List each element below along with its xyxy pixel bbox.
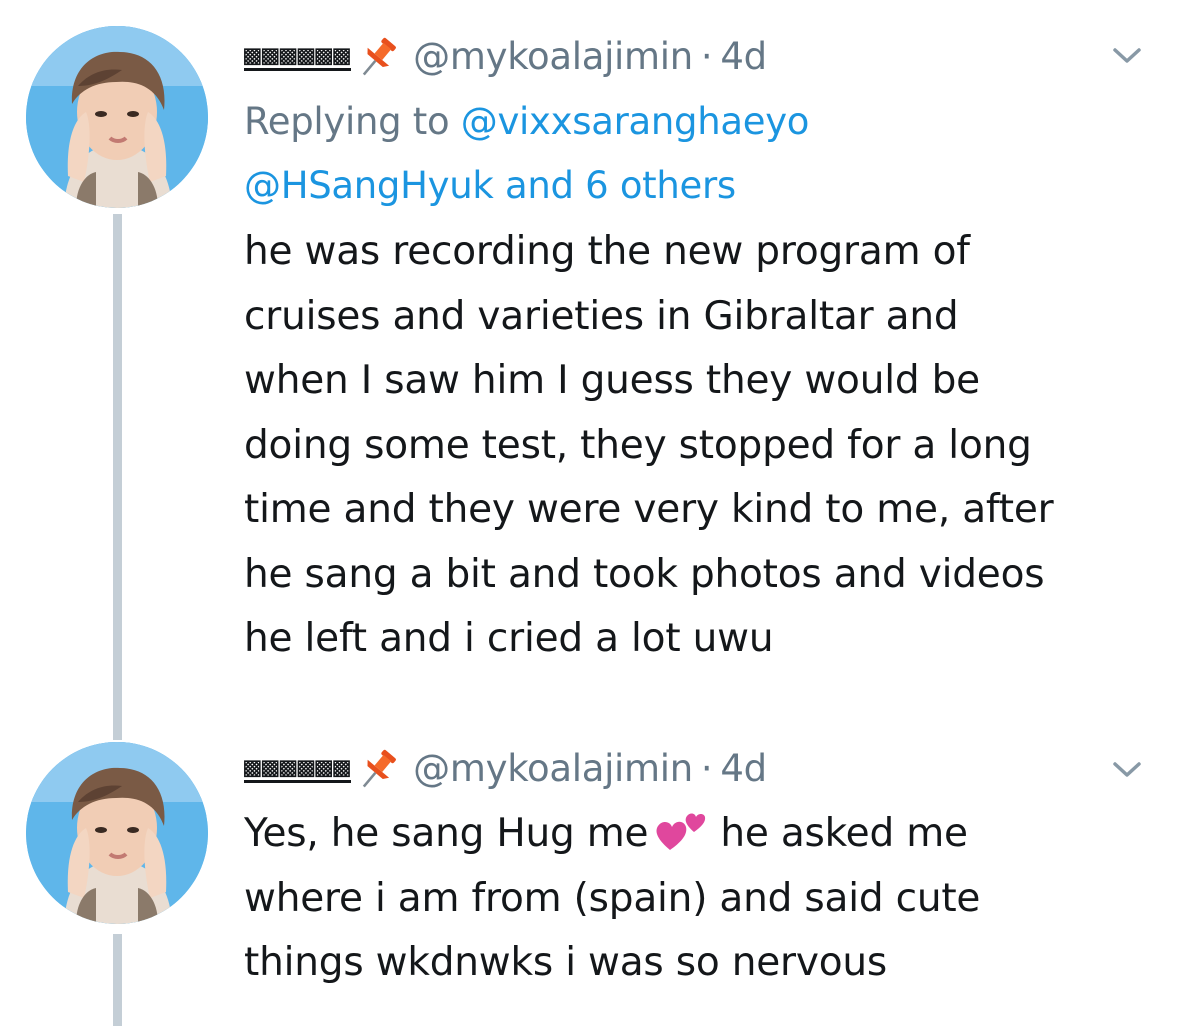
tweet-time[interactable]: 4d: [720, 35, 767, 78]
tweet-text-line: doing some test, they stopped for a long: [244, 422, 1032, 468]
user-handle[interactable]: @mykoalajimin: [413, 747, 693, 790]
tweet-text: he was recording the new program of crui…: [244, 220, 1144, 672]
replying-to-label: Replying to: [244, 100, 450, 143]
replying-to-others: @HSangHyuk and 6 others: [244, 154, 1144, 218]
reply-mention-link[interactable]: @vixxsaranghaeyo: [461, 100, 810, 143]
avatar[interactable]: [26, 742, 208, 924]
avatar-photo: [26, 742, 208, 924]
tweet-header: ▩▩▩▩▩▩ @mykoalajimin · 4d: [244, 28, 1144, 84]
chevron-down-icon[interactable]: [1112, 760, 1142, 780]
tweet-text-line: when I saw him I guess they would be: [244, 358, 980, 403]
reply-others-link[interactable]: @HSangHyuk and 6 others: [244, 164, 736, 207]
tweet-1[interactable]: ▩▩▩▩▩▩ @mykoalajimin · 4d Replying to @v…: [0, 0, 1200, 740]
user-handle[interactable]: @mykoalajimin: [413, 35, 693, 78]
separator: ·: [700, 746, 713, 790]
tweet-text-line: things wkdnwks i was so nervous: [244, 940, 888, 985]
tweet-text: Yes, he sang Hug me he asked me where i …: [244, 802, 1144, 996]
avatar[interactable]: [26, 26, 208, 208]
separator: ·: [700, 34, 713, 78]
tweet-text-fragment: Yes, he sang Hug me: [244, 811, 649, 856]
thread-connector: [113, 934, 122, 1026]
display-name[interactable]: ▩▩▩▩▩▩: [244, 752, 352, 783]
tweet-text-fragment: he asked me: [720, 811, 968, 856]
tweet-text-line: he was recording the new program of: [244, 229, 970, 274]
tweet-text-line: where i am from (spain) and said cute: [244, 875, 981, 921]
tweet-2[interactable]: ▩▩▩▩▩▩ @mykoalajimin · 4d Yes, he sang H…: [0, 740, 1200, 1026]
pushpin-icon: [353, 30, 405, 82]
tweet-text-line: he left and i cried a lot uwu: [244, 616, 774, 661]
tweet-header: ▩▩▩▩▩▩ @mykoalajimin · 4d: [244, 740, 1144, 796]
tweet-text-line: he sang a bit and took photos and videos: [244, 551, 1045, 597]
tweet-text-line: Yes, he sang Hug me he asked me: [244, 802, 1144, 867]
thread-connector: [113, 214, 122, 740]
tweet-time[interactable]: 4d: [720, 747, 767, 790]
avatar-photo: [26, 26, 208, 208]
display-name[interactable]: ▩▩▩▩▩▩: [244, 40, 352, 71]
two-hearts-icon: [654, 806, 710, 854]
chevron-down-icon[interactable]: [1112, 46, 1142, 66]
replying-to: Replying to @vixxsaranghaeyo: [244, 90, 1144, 154]
tweet-text-line: time and they were very kind to me, afte…: [244, 487, 1054, 532]
tweet-text-line: cruises and varieties in Gibraltar and: [244, 293, 959, 339]
pushpin-icon: [353, 742, 405, 794]
